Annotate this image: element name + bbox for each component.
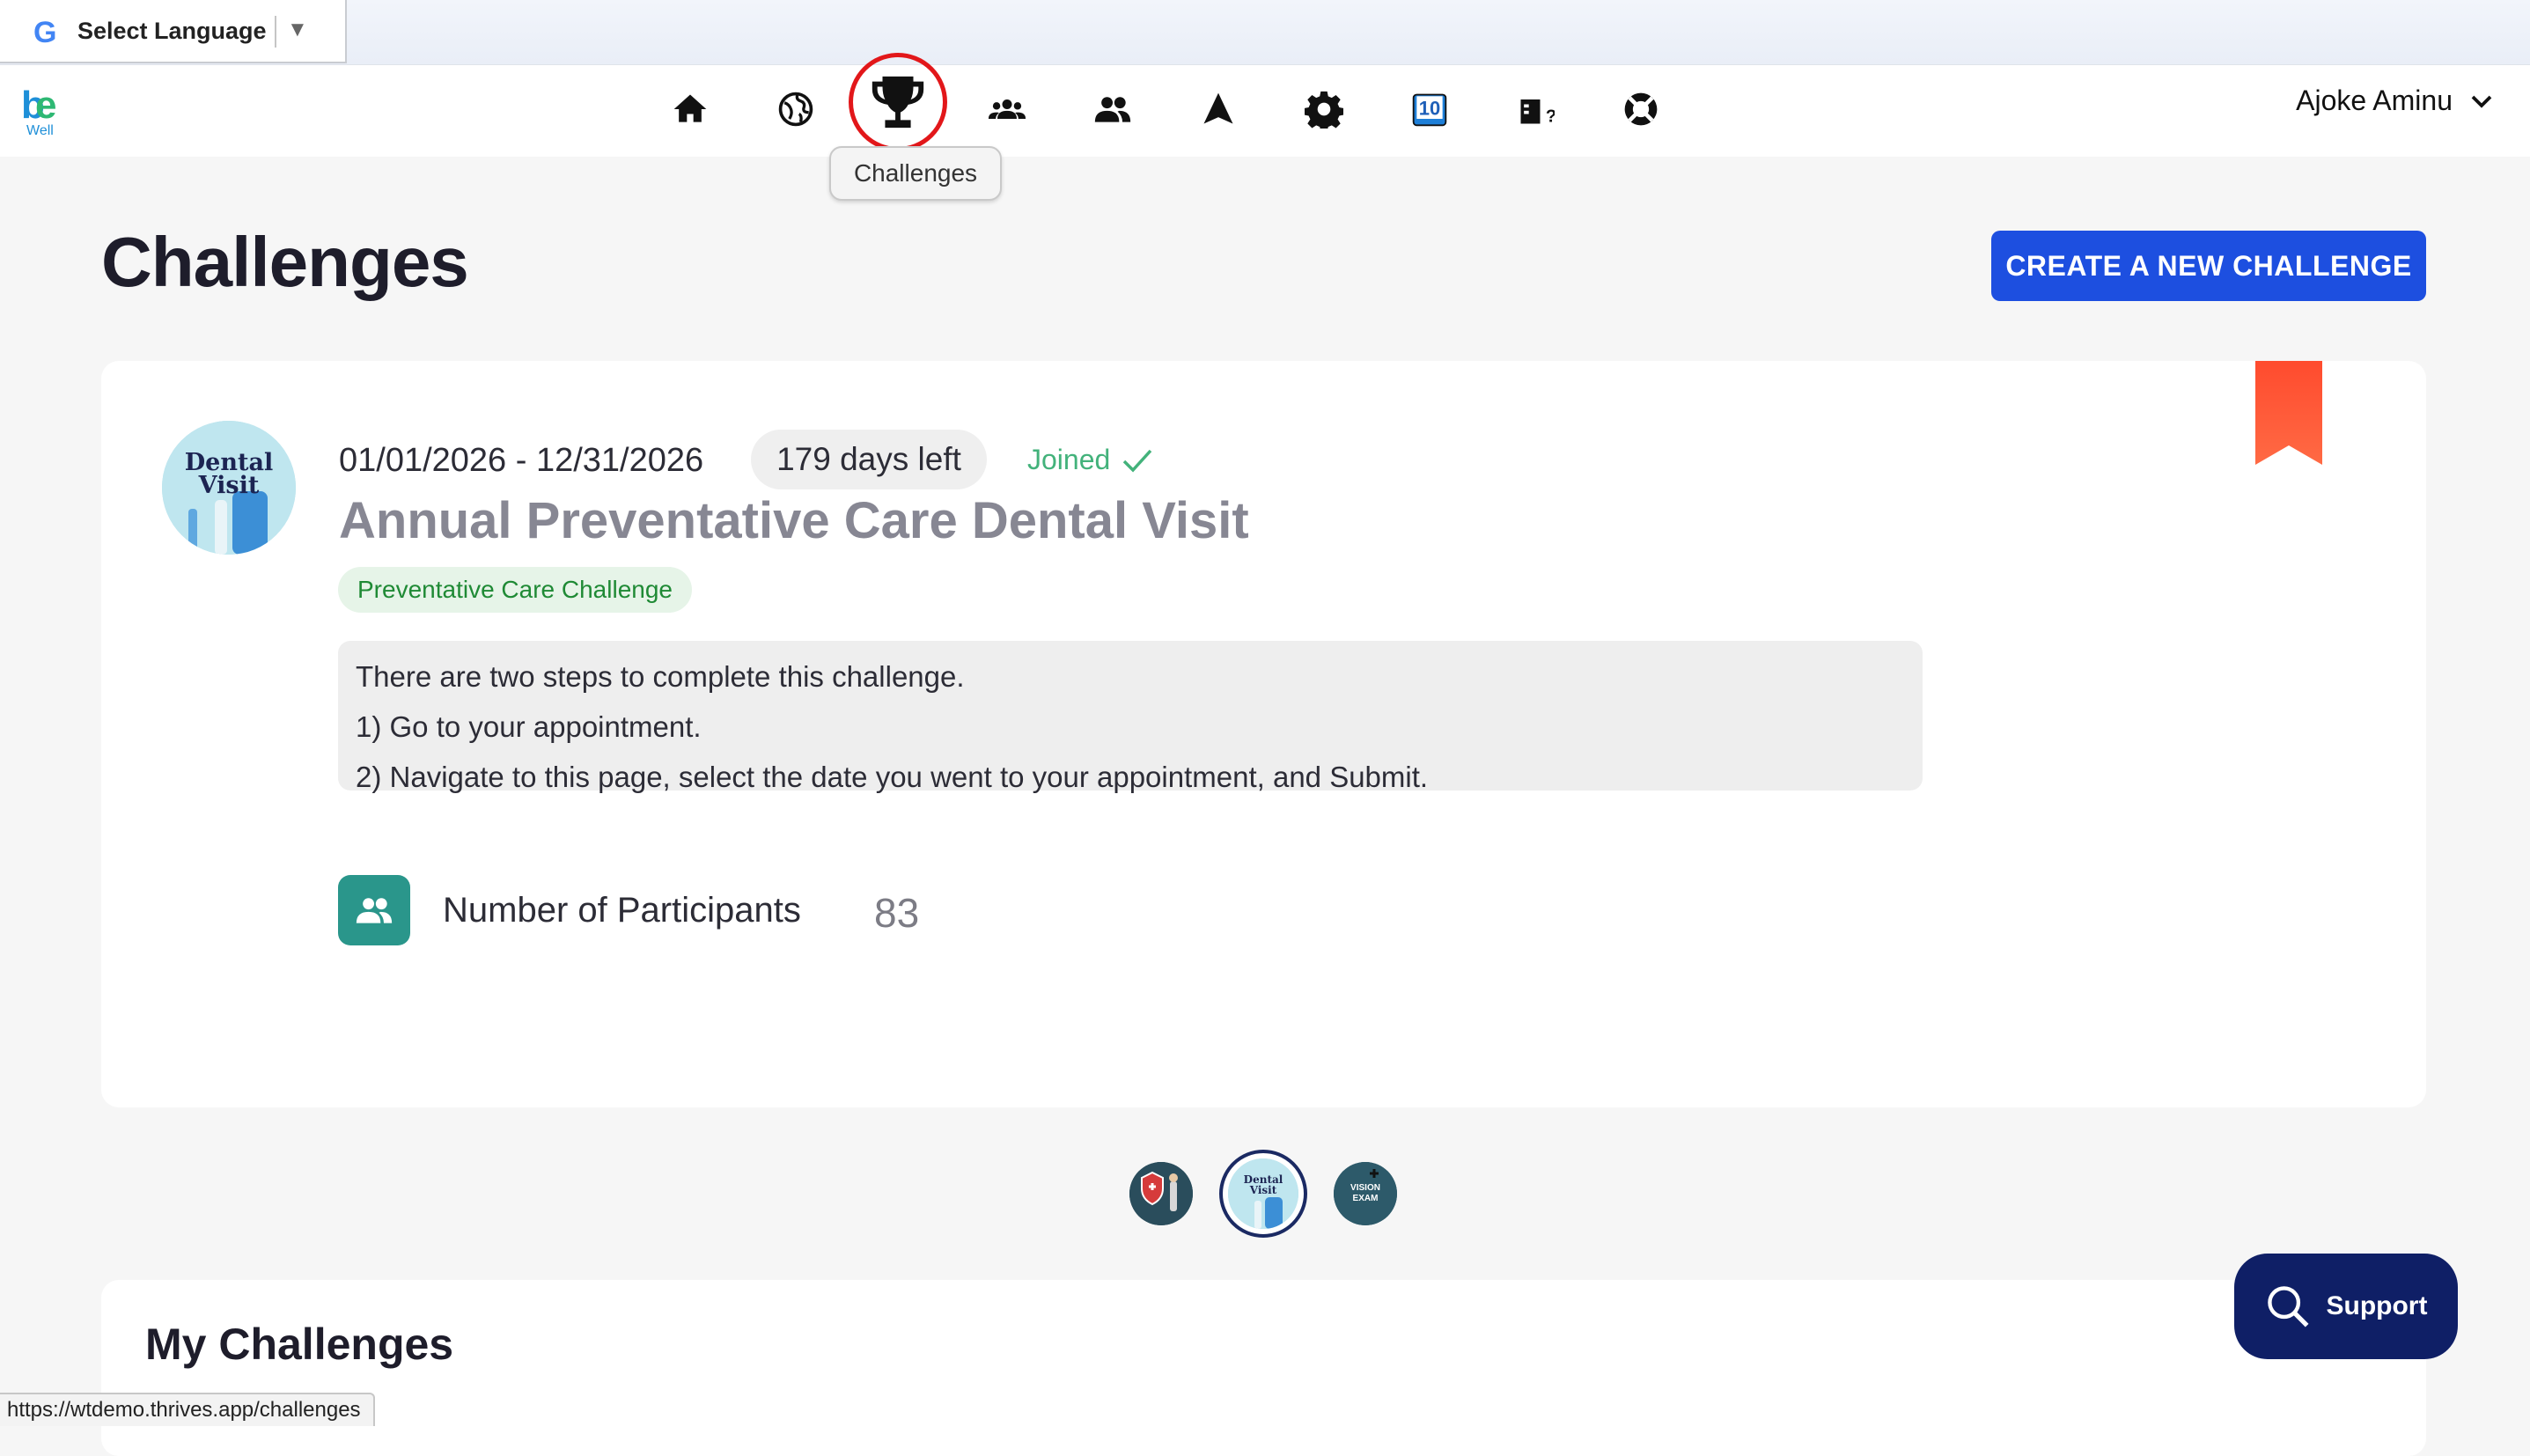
user-menu[interactable]: Ajoke Aminu <box>2296 85 2495 117</box>
logo-letter-e: e <box>35 84 57 127</box>
participants-label: Number of Participants <box>443 891 801 930</box>
trophy-icon[interactable] <box>849 53 947 151</box>
carousel-dot3-text-1: VISION <box>1350 1183 1380 1193</box>
globe-icon[interactable] <box>773 86 819 132</box>
google-icon: G <box>33 16 57 49</box>
bookmark-icon[interactable] <box>2255 361 2322 465</box>
challenge-card[interactable]: Dental Visit 01/01/2026 - 12/31/2026 179… <box>101 361 2426 1107</box>
carousel-item-2-image: Dental Visit <box>1228 1158 1298 1229</box>
home-icon[interactable] <box>667 86 713 132</box>
search-icon <box>2267 1286 2309 1327</box>
challenge-description: There are two steps to complete this cha… <box>338 641 1923 793</box>
my-challenges-title: My Challenges <box>145 1320 454 1369</box>
status-bar-url: https://wtdemo.thrives.app/challenges <box>0 1393 375 1426</box>
logo-subtext: Well <box>26 123 54 138</box>
language-selector[interactable]: G Select Language ▼ <box>0 0 347 63</box>
carousel-item-3[interactable]: VISION EXAM <box>1334 1162 1397 1225</box>
carousel-item-2-active[interactable]: Dental Visit <box>1219 1150 1307 1238</box>
carousel-item-1[interactable] <box>1129 1162 1193 1225</box>
translate-bar: G Select Language ▼ <box>0 0 2530 65</box>
calendar-10-icon[interactable]: 10 <box>1407 86 1453 132</box>
page-title: Challenges <box>101 223 469 301</box>
gear-icon[interactable] <box>1301 86 1347 132</box>
avatar-text-2: Visit <box>198 472 260 499</box>
svg-text:?: ? <box>1546 107 1555 127</box>
challenge-avatar: Dental Visit <box>162 421 296 555</box>
description-line: 1) Go to your appointment. <box>356 710 702 743</box>
challenge-title[interactable]: Annual Preventative Care Dental Visit <box>339 491 1249 550</box>
top-nav: b e Well 10 ? Ajoke Aminu <box>0 53 2530 157</box>
participants-icon <box>338 875 410 945</box>
calendar-number: 10 <box>1419 97 1440 119</box>
challenge-dates: 01/01/2026 - 12/31/2026 <box>339 442 704 479</box>
dropdown-arrow-icon: ▼ <box>287 18 308 41</box>
lifebuoy-icon[interactable] <box>1618 86 1664 132</box>
divider <box>275 16 276 48</box>
carousel-dot3-text-2: EXAM <box>1353 1194 1379 1203</box>
chevron-down-icon <box>2471 95 2492 108</box>
days-left-badge: 179 days left <box>751 430 987 489</box>
navigation-arrow-icon[interactable] <box>1195 86 1241 132</box>
support-button[interactable]: Support <box>2234 1254 2458 1359</box>
description-line: 2) Navigate to this page, select the dat… <box>356 761 1429 793</box>
create-challenge-button[interactable]: CREATE A NEW CHALLENGE <box>1991 231 2426 301</box>
nav-tooltip: Challenges <box>829 146 1002 201</box>
user-name: Ajoke Aminu <box>2296 85 2453 116</box>
people-icon[interactable] <box>1090 86 1136 132</box>
app-logo[interactable]: b e Well <box>21 86 65 139</box>
challenge-category-tag: Preventative Care Challenge <box>338 567 692 613</box>
language-selector-label: Select Language <box>77 18 267 44</box>
description-line: There are two steps to complete this cha… <box>356 660 965 693</box>
joined-status: Joined <box>1027 444 1152 476</box>
groups-icon[interactable] <box>984 86 1030 132</box>
participants-count: 83 <box>874 890 920 936</box>
support-label: Support <box>2326 1291 2428 1320</box>
joined-label: Joined <box>1027 444 1111 475</box>
carousel-dot2-text-2: Visit <box>1249 1184 1277 1196</box>
checkmark-icon <box>1123 449 1152 473</box>
my-challenges-section: My Challenges <box>101 1280 2426 1456</box>
quiz-icon[interactable]: ? <box>1512 86 1558 132</box>
